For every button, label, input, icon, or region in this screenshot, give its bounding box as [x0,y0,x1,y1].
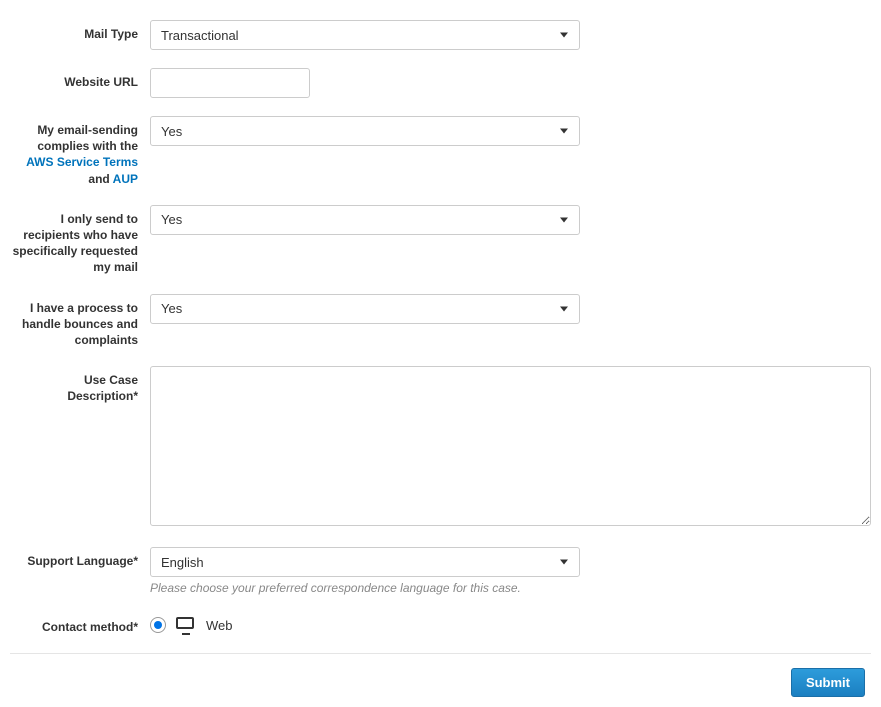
row-support-language: Support Language* English Please choose … [10,547,871,595]
support-language-help: Please choose your preferred corresponde… [150,581,871,595]
recipients-value: Yes [161,212,182,227]
aws-service-terms-link[interactable]: AWS Service Terms [26,155,138,169]
radio-checked-icon [154,621,162,629]
bounces-value: Yes [161,301,182,316]
row-compliance: My email-sending complies with the AWS S… [10,116,871,187]
row-contact-method: Contact method* Web [10,613,871,635]
contact-option-web[interactable]: Web [150,613,871,633]
mail-type-value: Transactional [161,28,239,43]
row-website-url: Website URL [10,68,871,98]
label-contact-method: Contact method* [10,613,150,635]
row-mail-type: Mail Type Transactional [10,20,871,50]
contact-option-web-label: Web [206,618,233,633]
divider [10,653,871,654]
label-use-case: Use Case Description* [10,366,150,404]
website-url-input[interactable] [150,68,310,98]
label-support-language: Support Language* [10,547,150,569]
label-compliance: My email-sending complies with the AWS S… [10,116,150,187]
label-mail-type: Mail Type [10,20,150,42]
compliance-select[interactable]: Yes [150,116,580,146]
aup-link[interactable]: AUP [113,172,138,186]
monitor-icon [176,617,196,633]
bounces-select[interactable]: Yes [150,294,580,324]
contact-radio-web[interactable] [150,617,166,633]
use-case-textarea[interactable] [150,366,871,526]
recipients-select[interactable]: Yes [150,205,580,235]
support-language-value: English [161,555,204,570]
actions-bar: Submit [10,668,871,697]
row-use-case: Use Case Description* [10,366,871,529]
mail-type-select[interactable]: Transactional [150,20,580,50]
row-recipients: I only send to recipients who have speci… [10,205,871,276]
label-bounces: I have a process to handle bounces and c… [10,294,150,349]
row-bounces: I have a process to handle bounces and c… [10,294,871,349]
label-recipients: I only send to recipients who have speci… [10,205,150,276]
label-website-url: Website URL [10,68,150,90]
support-language-select[interactable]: English [150,547,580,577]
submit-button[interactable]: Submit [791,668,865,697]
compliance-value: Yes [161,124,182,139]
